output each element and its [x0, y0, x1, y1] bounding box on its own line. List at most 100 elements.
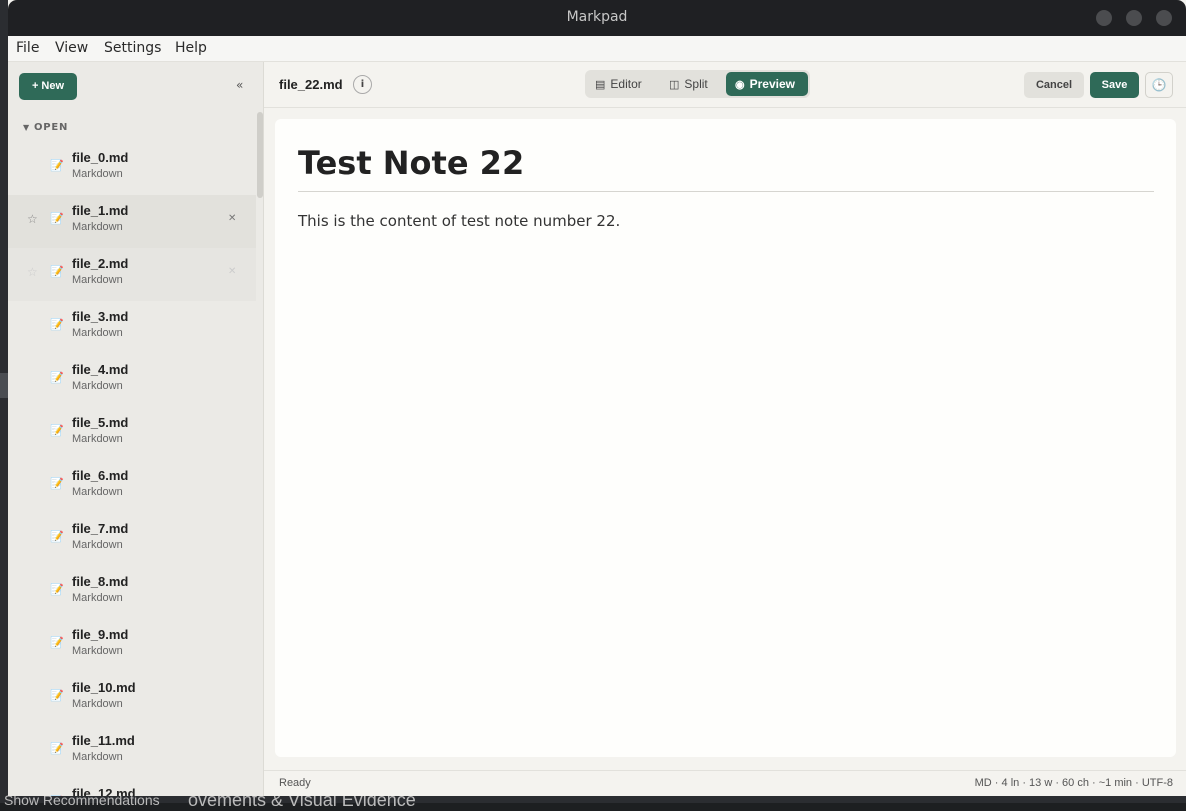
app-window: Markpad File View Settings Help + New « … [8, 0, 1186, 796]
caret-down-icon: ▼ [23, 123, 30, 132]
memo-icon: 📝 [50, 212, 64, 225]
preview-mode-label: Preview [749, 77, 795, 91]
file-name: file_1.md [72, 203, 129, 218]
file-item[interactable]: 📝 file_12.md Markdown [8, 778, 256, 796]
editor-toolbar: file_22.md i ▤ Editor ◫ Split ◉ Preview Can… [264, 62, 1186, 108]
split-mode-label: Split [684, 77, 708, 91]
cancel-button[interactable]: Cancel [1024, 72, 1084, 98]
memo-icon: 📝 [50, 159, 64, 172]
file-type: Markdown [72, 751, 123, 763]
file-item[interactable]: 📝 file_10.md Markdown [8, 672, 256, 725]
editor-mode-label: Editor [610, 77, 642, 91]
status-text: Ready [279, 777, 311, 789]
minimize-button[interactable] [1096, 10, 1112, 26]
file-name: file_4.md [72, 362, 129, 377]
open-section-header[interactable]: ▼ OPEN [23, 122, 68, 133]
menu-bar: File View Settings Help [8, 36, 1186, 62]
memo-icon: 📝 [50, 795, 64, 796]
file-type: Markdown [72, 645, 123, 657]
memo-icon: 📝 [50, 583, 64, 596]
file-name: file_7.md [72, 521, 129, 536]
split-mode-button[interactable]: ◫ Split [669, 72, 725, 96]
file-type: Markdown [72, 274, 123, 286]
file-name: file_0.md [72, 150, 129, 165]
menu-file[interactable]: File [16, 40, 39, 56]
background-selection [0, 373, 8, 398]
memo-icon: 📝 [50, 265, 64, 278]
memo-icon: 📝 [50, 742, 64, 755]
editor-icon: ▤ [595, 79, 606, 91]
file-item[interactable]: 📝 file_0.md Markdown [8, 142, 256, 195]
preview-mode-button[interactable]: ◉ Preview [726, 72, 808, 96]
document-stats: MD · 4 ln · 13 w · 60 ch · ~1 min · UTF-… [974, 777, 1173, 789]
file-type: Markdown [72, 592, 123, 604]
editor-mode-button[interactable]: ▤ Editor [595, 72, 663, 96]
file-name: file_3.md [72, 309, 129, 324]
window-title: Markpad [566, 9, 628, 25]
file-name: file_12.md [72, 786, 136, 796]
title-bar: Markpad [8, 0, 1186, 36]
file-list: 📝 file_0.md Markdown ☆ 📝 file_1.md Markd… [8, 142, 256, 796]
preview-paragraph: This is the content of test note number … [298, 212, 621, 230]
file-type: Markdown [72, 486, 123, 498]
heading-divider [298, 191, 1154, 192]
star-icon[interactable]: ☆ [27, 265, 38, 279]
file-item[interactable]: 📝 file_8.md Markdown [8, 566, 256, 619]
file-type: Markdown [72, 698, 123, 710]
file-name: file_9.md [72, 627, 129, 642]
sidebar-scrollbar[interactable] [257, 112, 263, 198]
file-item[interactable]: ☆ 📝 file_2.md Markdown ✕ [8, 248, 256, 301]
memo-icon: 📝 [50, 689, 64, 702]
file-item[interactable]: 📝 file_6.md Markdown [8, 460, 256, 513]
memo-icon: 📝 [50, 424, 64, 437]
file-name: file_11.md [72, 733, 135, 748]
background-window-bottom: Show Recommendations ovements & Visual E… [0, 790, 1186, 810]
file-type: Markdown [72, 433, 123, 445]
close-file-icon[interactable]: ✕ [228, 213, 236, 224]
file-name: file_10.md [72, 680, 136, 695]
document-title: file_22.md [279, 77, 343, 92]
file-type: Markdown [72, 380, 123, 392]
memo-icon: 📝 [50, 318, 64, 331]
file-item[interactable]: 📝 file_11.md Markdown [8, 725, 256, 778]
section-label: OPEN [33, 122, 69, 133]
file-name: file_5.md [72, 415, 129, 430]
status-bar: Ready MD · 4 ln · 13 w · 60 ch · ~1 min … [264, 770, 1186, 796]
memo-icon: 📝 [50, 636, 64, 649]
file-name: file_6.md [72, 468, 129, 483]
file-type: Markdown [72, 221, 123, 233]
collapse-sidebar-icon[interactable]: « [236, 78, 243, 92]
sidebar: + New « ▼ OPEN 📝 file_0.md Markdown ☆ 📝 f… [8, 62, 264, 796]
file-type: Markdown [72, 327, 123, 339]
file-type: Markdown [72, 168, 123, 180]
star-icon[interactable]: ☆ [27, 212, 38, 226]
view-mode-switcher: ▤ Editor ◫ Split ◉ Preview [585, 70, 810, 98]
close-file-icon[interactable]: ✕ [228, 266, 236, 277]
file-name: file_2.md [72, 256, 129, 271]
new-file-button[interactable]: + New [19, 73, 77, 100]
history-icon[interactable]: 🕒 [1145, 72, 1173, 98]
file-item[interactable]: 📝 file_7.md Markdown [8, 513, 256, 566]
file-item[interactable]: 📝 file_5.md Markdown [8, 407, 256, 460]
file-type: Markdown [72, 539, 123, 551]
main-panel: file_22.md i ▤ Editor ◫ Split ◉ Preview Can… [264, 62, 1186, 796]
memo-icon: 📝 [50, 371, 64, 384]
background-window-edge [0, 0, 8, 803]
save-button[interactable]: Save [1090, 72, 1139, 98]
maximize-button[interactable] [1126, 10, 1142, 26]
eye-icon: ◉ [735, 79, 745, 91]
file-item[interactable]: 📝 file_3.md Markdown [8, 301, 256, 354]
split-icon: ◫ [669, 79, 680, 91]
close-window-button[interactable] [1156, 10, 1172, 26]
preview-heading: Test Note 22 [298, 144, 525, 182]
preview-pane: Test Note 22 This is the content of test… [275, 119, 1176, 757]
memo-icon: 📝 [50, 477, 64, 490]
info-icon[interactable]: i [353, 75, 372, 94]
menu-settings[interactable]: Settings [104, 40, 161, 56]
file-item[interactable]: ☆ 📝 file_1.md Markdown ✕ [8, 195, 256, 248]
file-item[interactable]: 📝 file_9.md Markdown [8, 619, 256, 672]
menu-view[interactable]: View [55, 40, 88, 56]
menu-help[interactable]: Help [175, 40, 207, 56]
memo-icon: 📝 [50, 530, 64, 543]
file-item[interactable]: 📝 file_4.md Markdown [8, 354, 256, 407]
